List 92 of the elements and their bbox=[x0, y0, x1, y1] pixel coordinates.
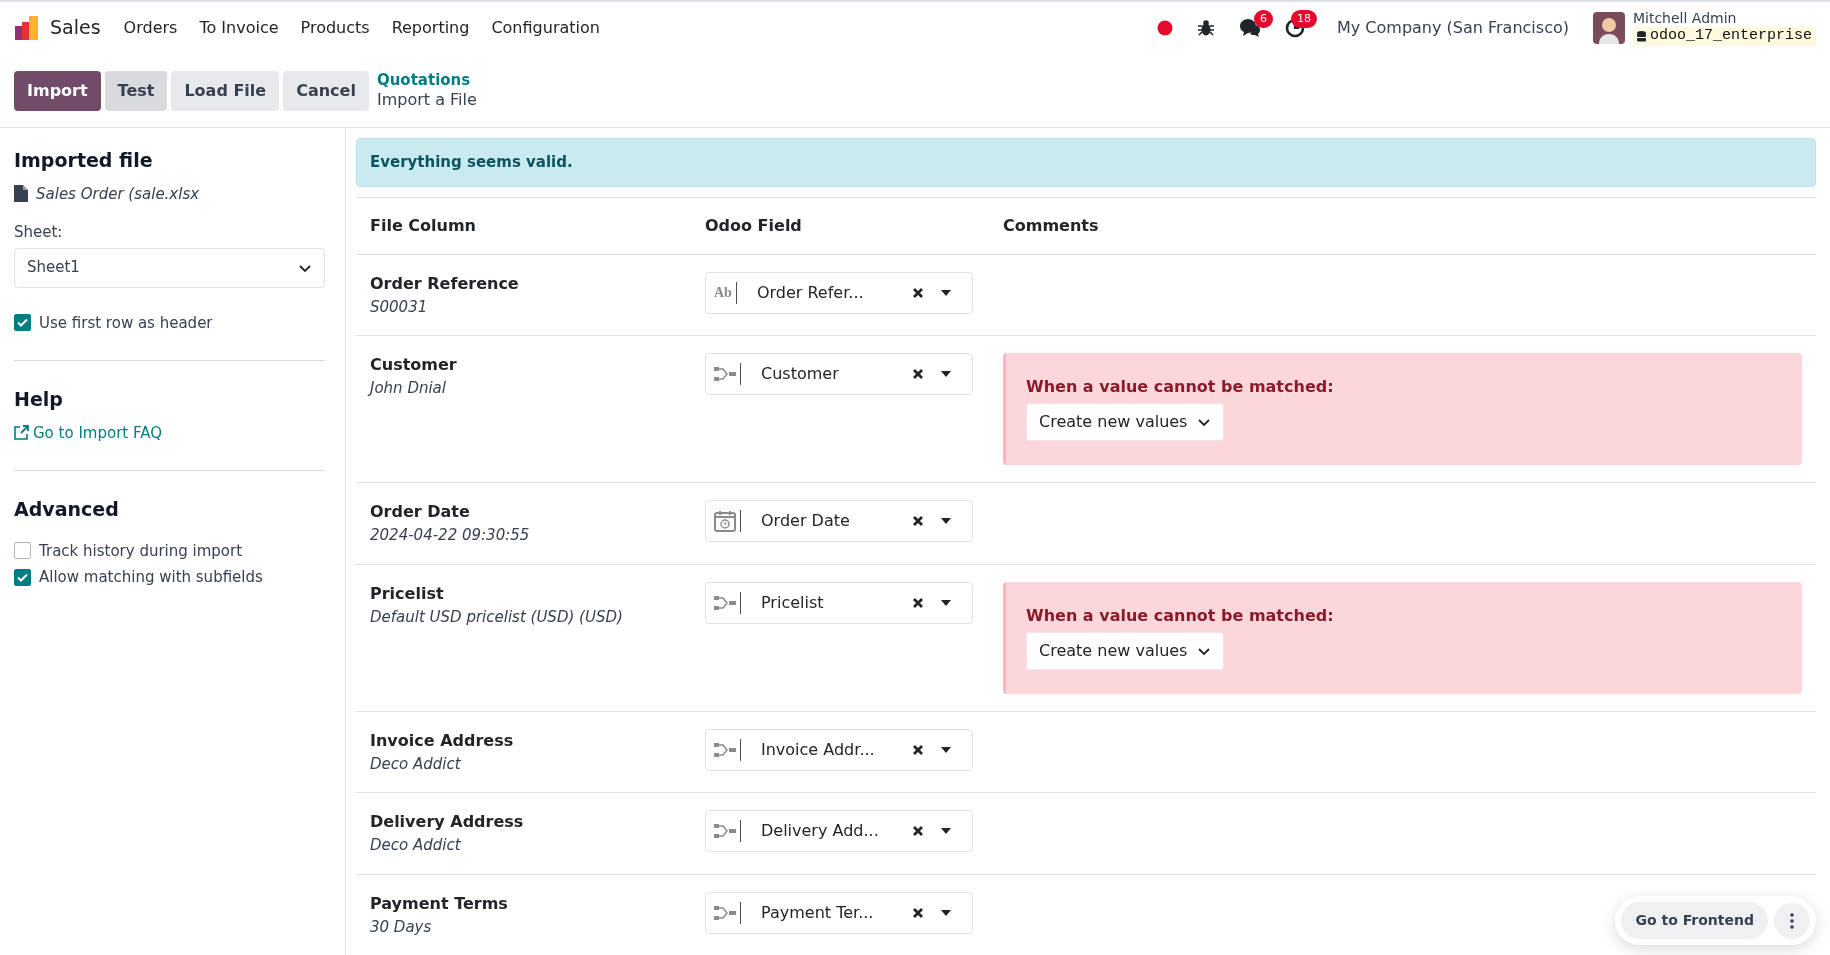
caret-icon[interactable] bbox=[940, 370, 952, 378]
activity-count-badge: 18 bbox=[1291, 9, 1317, 29]
menu-item[interactable]: Products bbox=[289, 15, 381, 40]
relation-type-icon bbox=[714, 823, 736, 839]
warning-label: When a value cannot be matched: bbox=[1026, 604, 1335, 627]
company-switcher[interactable]: My Company (San Francisco) bbox=[1337, 15, 1569, 40]
toolbar-button[interactable]: Test bbox=[104, 70, 168, 111]
user-name[interactable]: Mitchell Admin bbox=[1632, 9, 1816, 28]
sample-value: 2024-04-22 09:30:55 bbox=[370, 525, 531, 546]
file-column-name: Delivery Address bbox=[370, 811, 525, 833]
file-column-name: Invoice Address bbox=[370, 729, 515, 752]
clear-icon[interactable] bbox=[912, 515, 924, 527]
menu-item[interactable]: Orders bbox=[112, 15, 189, 40]
check-mark-icon bbox=[17, 572, 28, 582]
chat-bubbles-icon[interactable] bbox=[1239, 17, 1261, 38]
file-icon bbox=[14, 185, 28, 203]
toolbar-button[interactable]: Load File bbox=[171, 70, 280, 111]
app-name-link[interactable]: Sales bbox=[42, 13, 113, 42]
caret-icon[interactable] bbox=[940, 745, 952, 754]
checkbox-label: Allow matching with subfields bbox=[39, 567, 263, 588]
page-title: Import a File bbox=[376, 90, 477, 111]
record-dot-icon[interactable] bbox=[1157, 19, 1173, 36]
field-label: Sheet: bbox=[14, 222, 64, 243]
clear-icon[interactable] bbox=[912, 596, 924, 609]
external-link-icon bbox=[14, 425, 29, 441]
sample-value: Deco Addict bbox=[370, 835, 462, 856]
file-column-name: Payment Terms bbox=[370, 892, 509, 915]
field-selector[interactable]: Customer bbox=[705, 353, 973, 395]
faq-link[interactable]: Go to Import FAQ bbox=[14, 421, 325, 444]
section-title: Advanced bbox=[14, 497, 120, 522]
relation-type-icon bbox=[714, 741, 736, 758]
text-type-icon: Ab bbox=[714, 282, 732, 303]
sample-value: Deco Addict bbox=[370, 753, 462, 775]
file-name: Sales Order (sale.xlsx bbox=[36, 183, 200, 205]
warning-label: When a value cannot be matched: bbox=[1026, 376, 1335, 398]
clear-icon[interactable] bbox=[912, 825, 924, 837]
sample-value: 30 Days bbox=[370, 916, 433, 938]
checkbox-label: Use first row as header bbox=[39, 312, 213, 334]
relation-type-icon bbox=[714, 594, 736, 611]
clear-icon[interactable] bbox=[912, 286, 924, 299]
section-title: Imported file bbox=[14, 148, 154, 173]
clear-icon[interactable] bbox=[912, 368, 924, 380]
file-column-name: Order Reference bbox=[370, 272, 520, 295]
field-selector[interactable]: Payment Ter... bbox=[705, 891, 973, 934]
field-selector[interactable]: Delivery Add... bbox=[705, 810, 973, 852]
sample-value: S00031 bbox=[370, 296, 429, 318]
file-column-name: Order Date bbox=[370, 501, 471, 523]
checkbox[interactable] bbox=[14, 542, 31, 560]
field-selector[interactable]: Order Date bbox=[705, 500, 973, 542]
sample-value: Default USD pricelist (USD) (USD) bbox=[370, 606, 624, 628]
caret-icon[interactable] bbox=[940, 517, 952, 525]
caret-icon[interactable] bbox=[940, 908, 952, 917]
field-selector[interactable]: Invoice Addr... bbox=[705, 728, 973, 771]
check-mark-icon bbox=[17, 318, 28, 328]
field-selector[interactable]: Pricelist bbox=[705, 581, 973, 624]
checkbox[interactable] bbox=[14, 568, 31, 586]
create-values-select[interactable]: Create new values bbox=[1026, 631, 1225, 670]
database-icon bbox=[1636, 30, 1646, 42]
chevron-down-icon bbox=[1197, 416, 1212, 428]
column-header: Odoo Field bbox=[704, 214, 803, 237]
validation-alert: Everything seems valid. bbox=[356, 138, 1816, 187]
clear-icon[interactable] bbox=[912, 743, 924, 756]
clear-icon[interactable] bbox=[912, 906, 924, 919]
section-title: Help bbox=[14, 387, 64, 412]
field-selector[interactable]: Ab Order Refer... bbox=[705, 271, 973, 314]
checkbox-label: Track history during import bbox=[39, 540, 243, 562]
bug-icon[interactable] bbox=[1197, 18, 1215, 37]
sheet-select[interactable]: Sheet1 bbox=[14, 247, 325, 288]
avatar-icon[interactable] bbox=[1592, 11, 1625, 44]
kebab-icon bbox=[1790, 912, 1794, 929]
more-options-button[interactable] bbox=[1774, 902, 1810, 939]
column-header: File Column bbox=[369, 214, 477, 237]
relation-type-icon bbox=[714, 366, 736, 382]
caret-icon[interactable] bbox=[940, 598, 952, 607]
file-column-name: Pricelist bbox=[370, 582, 445, 605]
message-count-badge: 6 bbox=[1254, 9, 1273, 29]
relation-type-icon bbox=[714, 904, 736, 921]
create-values-select[interactable]: Create new values bbox=[1026, 403, 1225, 441]
calendar-icon bbox=[714, 510, 736, 532]
menu-item[interactable]: Reporting bbox=[380, 15, 481, 40]
go-to-frontend-button[interactable]: Go to Frontend bbox=[1621, 902, 1768, 939]
database-name: odoo_17_enterprise bbox=[1649, 27, 1812, 46]
toolbar-button[interactable]: Cancel bbox=[283, 70, 369, 111]
menu-item[interactable]: To Invoice bbox=[188, 15, 290, 40]
caret-icon[interactable] bbox=[940, 827, 952, 835]
menu-item[interactable]: Configuration bbox=[480, 15, 611, 40]
file-column-name: Customer bbox=[370, 354, 458, 376]
checkbox[interactable] bbox=[14, 314, 31, 332]
column-header: Comments bbox=[1002, 214, 1100, 237]
toolbar-button[interactable]: Import bbox=[14, 70, 101, 111]
caret-icon[interactable] bbox=[940, 288, 952, 297]
breadcrumb-link[interactable]: Quotations bbox=[376, 71, 477, 91]
